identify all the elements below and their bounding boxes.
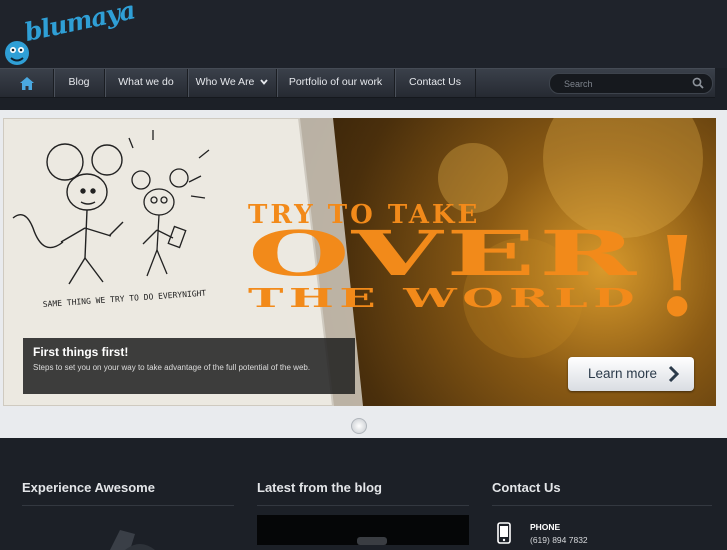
search-box bbox=[549, 73, 713, 94]
slider-pager-dot[interactable] bbox=[351, 418, 367, 434]
divider bbox=[492, 505, 712, 506]
blog-thumbnail bbox=[357, 537, 387, 545]
nav-item-label: Portfolio of our work bbox=[288, 76, 383, 88]
search-icon[interactable] bbox=[692, 77, 704, 89]
phone-label: PHONE bbox=[530, 522, 561, 532]
nav-item-blog[interactable]: Blog bbox=[53, 69, 104, 97]
search-input[interactable] bbox=[562, 76, 686, 92]
chevron-right-icon bbox=[668, 365, 680, 383]
experience-graphic bbox=[110, 530, 155, 550]
nav-item-label: Who We Are bbox=[195, 76, 255, 88]
caption-title: First things first! bbox=[33, 345, 129, 359]
nav-item-label: Blog bbox=[68, 76, 90, 88]
main-nav: Blog What we do Who We Are Portfolio of … bbox=[0, 68, 715, 98]
slide-caption: First things first! Steps to set you on … bbox=[23, 338, 355, 394]
caption-subtitle: Steps to set you on your way to take adv… bbox=[33, 363, 311, 372]
chevron-down-icon bbox=[260, 79, 269, 85]
learn-more-button[interactable]: Learn more bbox=[568, 357, 694, 391]
home-button[interactable] bbox=[8, 69, 46, 97]
phone-number[interactable]: (619) 894 7832 bbox=[530, 535, 588, 545]
headline-line-2: OVER bbox=[248, 217, 640, 290]
footer-col-experience-title: Experience Awesome bbox=[22, 480, 155, 495]
nav-item-contact-us[interactable]: Contact Us bbox=[394, 69, 475, 97]
footer-col-blog-title: Latest from the blog bbox=[257, 480, 382, 495]
nav-item-portfolio[interactable]: Portfolio of our work bbox=[276, 69, 394, 97]
nav-item-label: Contact Us bbox=[409, 76, 461, 88]
header: blumaya bbox=[0, 0, 727, 68]
divider bbox=[257, 505, 469, 506]
headline-line-3: THE WORLD bbox=[248, 284, 640, 314]
logo-text: blumaya bbox=[21, 0, 138, 47]
learn-more-label: Learn more bbox=[588, 366, 658, 381]
nav-item-who-we-are[interactable]: Who We Are bbox=[187, 69, 276, 97]
phone-icon bbox=[497, 522, 511, 544]
headline-bang: ! bbox=[653, 212, 701, 341]
home-icon bbox=[20, 76, 34, 90]
logo[interactable]: blumaya bbox=[2, 0, 137, 68]
hero-slider: SAME THING WE TRY TO DO EVERYNIGHT TRY T… bbox=[0, 110, 727, 438]
nav-item-label: What we do bbox=[118, 76, 174, 88]
footer-col-contact-title: Contact Us bbox=[492, 480, 561, 495]
footer: Experience Awesome Latest from the blog … bbox=[0, 460, 727, 550]
slide-image: SAME THING WE TRY TO DO EVERYNIGHT TRY T… bbox=[3, 118, 716, 406]
blog-post-image[interactable] bbox=[257, 515, 469, 545]
divider bbox=[22, 505, 234, 506]
nav-item-what-we-do[interactable]: What we do bbox=[104, 69, 187, 97]
